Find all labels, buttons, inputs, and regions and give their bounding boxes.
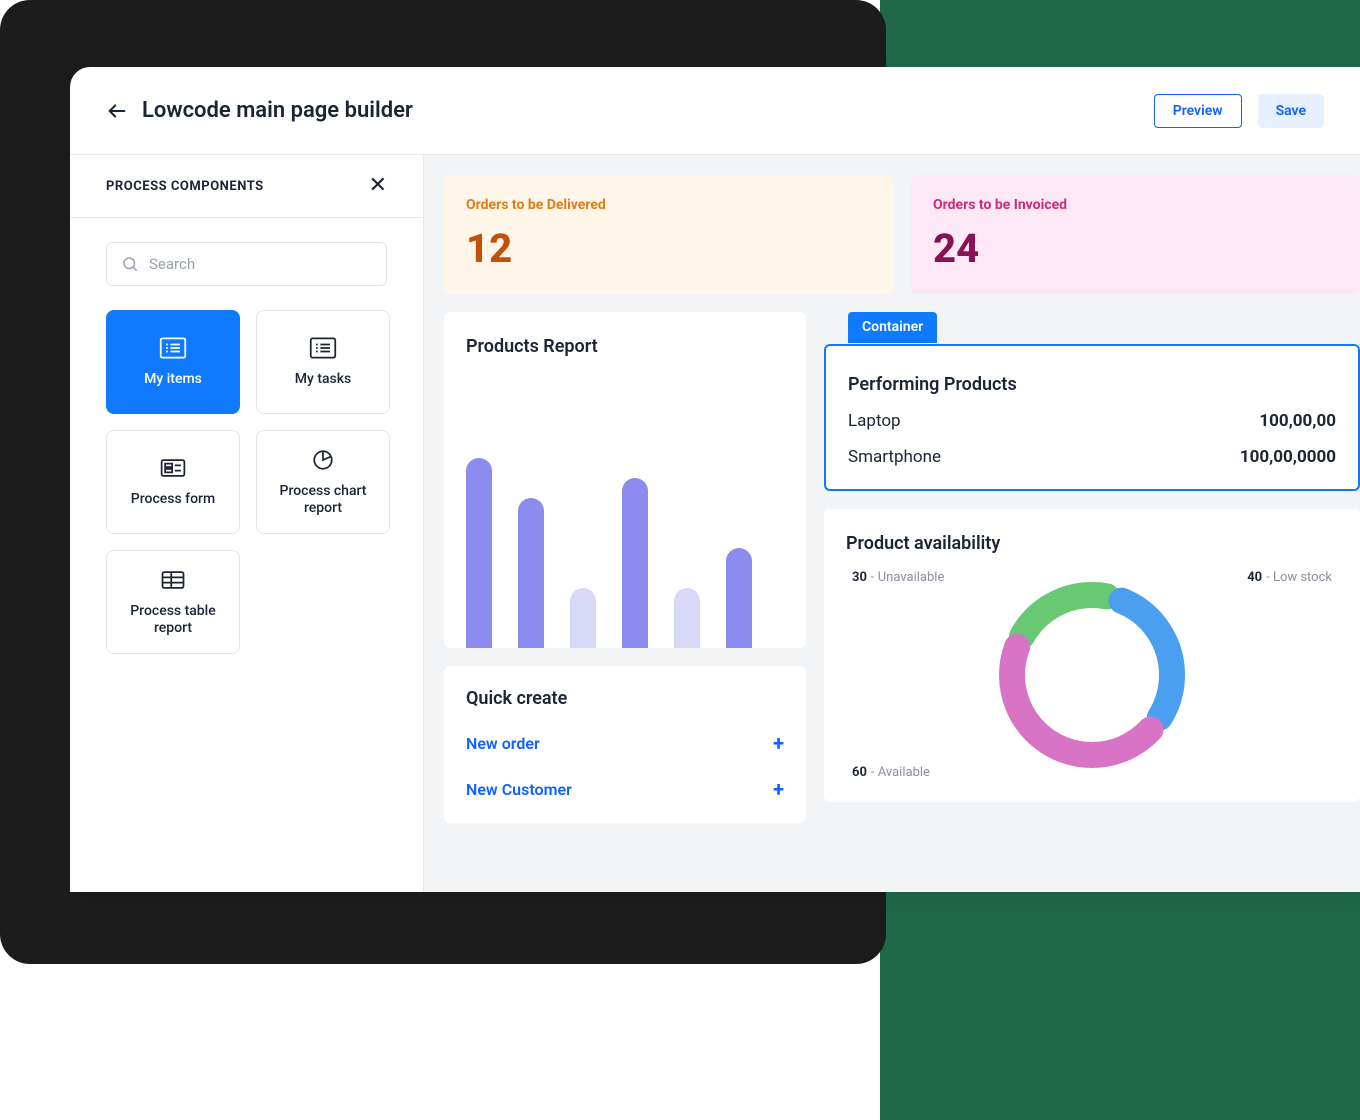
preview-button[interactable]: Preview: [1154, 94, 1242, 128]
legend-available: 60- Available: [852, 765, 930, 780]
tile-process-form[interactable]: Process form: [106, 430, 240, 534]
pp-row: Smartphone 100,00,0000: [848, 447, 1336, 467]
card-heading: Quick create: [466, 688, 784, 709]
list-icon: [159, 335, 187, 361]
stat-orders-invoiced[interactable]: Orders to be Invoiced 24: [911, 175, 1360, 294]
back-arrow-icon[interactable]: [106, 100, 128, 122]
qc-label: New Customer: [466, 780, 572, 799]
quick-create-new-customer[interactable]: New Customer +: [466, 777, 784, 801]
page-title: Lowcode main page builder: [142, 98, 413, 123]
card-heading: Product availability: [846, 533, 1338, 554]
legend-unavailable: 30- Unavailable: [852, 570, 944, 585]
table-icon: [159, 567, 187, 593]
card-performing-products[interactable]: Performing Products Laptop 100,00,00 Sma…: [824, 344, 1360, 491]
header: Lowcode main page builder Preview Save: [70, 67, 1360, 155]
close-icon[interactable]: ✕: [369, 175, 387, 197]
stat-value: 24: [933, 225, 1338, 272]
bar-chart: [466, 448, 784, 648]
app-window: Lowcode main page builder Preview Save P…: [70, 67, 1360, 892]
piechart-icon: [309, 447, 337, 473]
sidebar-heading: PROCESS COMPONENTS: [106, 179, 264, 194]
card-product-availability[interactable]: Product availability 30- Unavailable 40-…: [824, 509, 1360, 802]
tile-process-chart[interactable]: Process chart report: [256, 430, 390, 534]
bar: [674, 588, 700, 648]
pp-value: 100,00,00: [1259, 411, 1336, 431]
card-quick-create: Quick create New order + New Customer +: [444, 666, 806, 823]
tile-process-table[interactable]: Process table report: [106, 550, 240, 654]
bar: [726, 548, 752, 648]
stat-title: Orders to be Invoiced: [933, 197, 1338, 213]
canvas: Orders to be Delivered 12 Orders to be I…: [424, 155, 1360, 892]
form-icon: [159, 455, 187, 481]
stat-title: Orders to be Delivered: [466, 197, 871, 213]
tile-label: My items: [144, 371, 202, 389]
bar: [622, 478, 648, 648]
list-icon: [309, 335, 337, 361]
bar: [570, 588, 596, 648]
card-heading: Products Report: [466, 336, 784, 357]
pp-name: Smartphone: [848, 447, 941, 467]
tile-my-tasks[interactable]: My tasks: [256, 310, 390, 414]
card-products-report[interactable]: Products Report: [444, 312, 806, 648]
quick-create-new-order[interactable]: New order +: [466, 731, 784, 755]
qc-label: New order: [466, 734, 540, 753]
plus-icon: +: [773, 731, 784, 755]
save-button[interactable]: Save: [1258, 94, 1324, 128]
stat-orders-delivered[interactable]: Orders to be Delivered 12: [444, 175, 893, 294]
bar: [518, 498, 544, 648]
card-heading: Performing Products: [848, 374, 1336, 395]
legend-lowstock: 40- Low stock: [1247, 570, 1332, 585]
pp-row: Laptop 100,00,00: [848, 411, 1336, 431]
tile-label: My tasks: [295, 371, 352, 389]
tile-label: Process chart report: [263, 483, 383, 518]
donut-chart-icon: [987, 570, 1197, 780]
tile-label: Process form: [131, 491, 215, 509]
container-tag[interactable]: Container: [848, 312, 937, 343]
search-input[interactable]: [149, 255, 372, 273]
tile-my-items[interactable]: My items: [106, 310, 240, 414]
bar: [466, 458, 492, 648]
search-input-wrap[interactable]: [106, 242, 387, 286]
pp-name: Laptop: [848, 411, 901, 431]
pp-value: 100,00,0000: [1240, 447, 1336, 467]
sidebar: PROCESS COMPONENTS ✕ My items My tasks: [70, 155, 424, 892]
plus-icon: +: [773, 777, 784, 801]
stat-value: 12: [466, 225, 871, 272]
tile-label: Process table report: [113, 603, 233, 638]
search-icon: [121, 255, 139, 273]
